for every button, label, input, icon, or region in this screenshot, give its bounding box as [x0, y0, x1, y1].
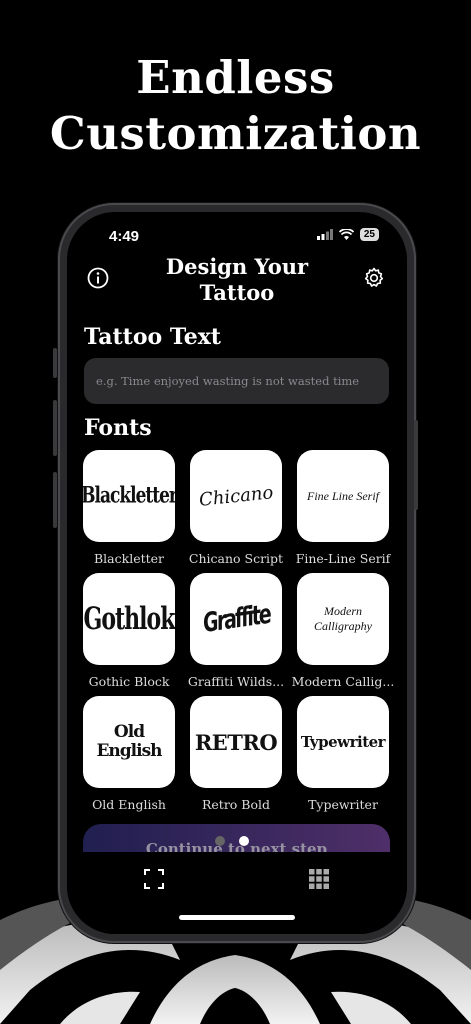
page-indicator — [215, 836, 249, 846]
battery-level: 25 — [359, 228, 379, 241]
home-indicator[interactable] — [179, 915, 295, 920]
grid-icon[interactable] — [307, 867, 331, 891]
font-tile-graffiti-wildstyle[interactable]: Graffite Graffiti Wilds... — [188, 573, 284, 689]
font-sample: Fine Line Serif — [307, 488, 379, 503]
font-label: Fine-Line Serif — [295, 551, 391, 566]
page-title-line-1: Design Your — [165, 254, 309, 279]
font-label: Graffiti Wilds... — [187, 674, 285, 689]
font-label: Modern Callig... — [291, 674, 395, 689]
phone-mute-switch — [53, 348, 57, 378]
status-bar: 4:49 25 — [67, 212, 407, 256]
font-preview: Graffite — [190, 573, 282, 665]
tattoo-text-placeholder: e.g. Time enjoyed wasting is not wasted … — [96, 374, 360, 388]
signal-icon — [316, 229, 333, 240]
phone-power-button — [414, 420, 418, 510]
font-label: Gothic Block — [88, 674, 170, 689]
font-tile-old-english[interactable]: Old English Old English — [83, 696, 175, 812]
font-preview: Blackletter — [83, 450, 175, 542]
top-bar: Design Your Tattoo — [67, 254, 407, 310]
tattoo-text-input[interactable]: e.g. Time enjoyed wasting is not wasted … — [84, 358, 389, 404]
font-preview: Fine Line Serif — [297, 450, 389, 542]
font-label: Old English — [92, 797, 166, 812]
font-preview: Old English — [83, 696, 175, 788]
headline-line-1: Endless — [136, 51, 335, 104]
font-sample: Old English — [96, 722, 162, 761]
headline-line-2: Customization — [49, 107, 422, 160]
font-preview: RETRO — [190, 696, 282, 788]
phone-volume-up — [53, 400, 57, 456]
status-time: 4:49 — [109, 228, 140, 245]
font-preview: Chicano — [190, 450, 282, 542]
font-label: Blackletter — [93, 551, 165, 566]
font-sample: RETRO — [194, 729, 278, 755]
page-title: Design Your Tattoo — [127, 254, 347, 306]
promo-headline: Endless Customization — [0, 50, 471, 162]
phone-volume-down — [53, 472, 57, 528]
info-icon[interactable] — [86, 266, 110, 290]
font-preview: Gothlok — [83, 573, 175, 665]
font-preview: Modern Calligraphy — [297, 573, 389, 665]
font-tile-typewriter[interactable]: Typewriter Typewriter — [297, 696, 389, 812]
phone-screen: 4:49 25 Design Your Tattoo Tattoo Text e… — [67, 212, 407, 934]
tattoo-text-heading: Tattoo Text — [84, 324, 221, 350]
wifi-icon — [338, 229, 354, 240]
font-label: Typewriter — [308, 797, 378, 812]
status-icons: 25 — [316, 228, 379, 241]
tab-bar-background — [67, 852, 407, 934]
font-sample: Chicano — [197, 481, 275, 511]
font-preview: Typewriter — [297, 696, 389, 788]
font-tile-blackletter[interactable]: Blackletter Blackletter — [83, 450, 175, 566]
font-tile-chicano-script[interactable]: Chicano Chicano Script — [189, 450, 283, 566]
gear-icon[interactable] — [362, 266, 386, 290]
font-sample: Blackletter — [83, 483, 175, 509]
font-sample: Typewriter — [300, 733, 386, 751]
font-label: Chicano Script — [188, 551, 284, 566]
font-sample: Graffite — [200, 599, 272, 639]
font-tile-modern-calligraphy[interactable]: Modern Calligraphy Modern Callig... — [292, 573, 394, 689]
font-sample: Modern Calligraphy — [313, 604, 372, 633]
page-dot[interactable] — [215, 836, 225, 846]
scan-icon[interactable] — [142, 867, 166, 891]
page-dot-active[interactable] — [239, 836, 249, 846]
font-label: Retro Bold — [201, 797, 271, 812]
font-tile-retro-bold[interactable]: RETRO Retro Bold — [190, 696, 282, 812]
fonts-heading: Fonts — [84, 415, 152, 441]
font-tile-fine-line-serif[interactable]: Fine Line Serif Fine-Line Serif — [296, 450, 390, 566]
page-title-line-2: Tattoo — [199, 280, 275, 305]
font-tile-gothic-block[interactable]: Gothlok Gothic Block — [83, 573, 175, 689]
font-sample: Gothlok — [83, 600, 175, 638]
